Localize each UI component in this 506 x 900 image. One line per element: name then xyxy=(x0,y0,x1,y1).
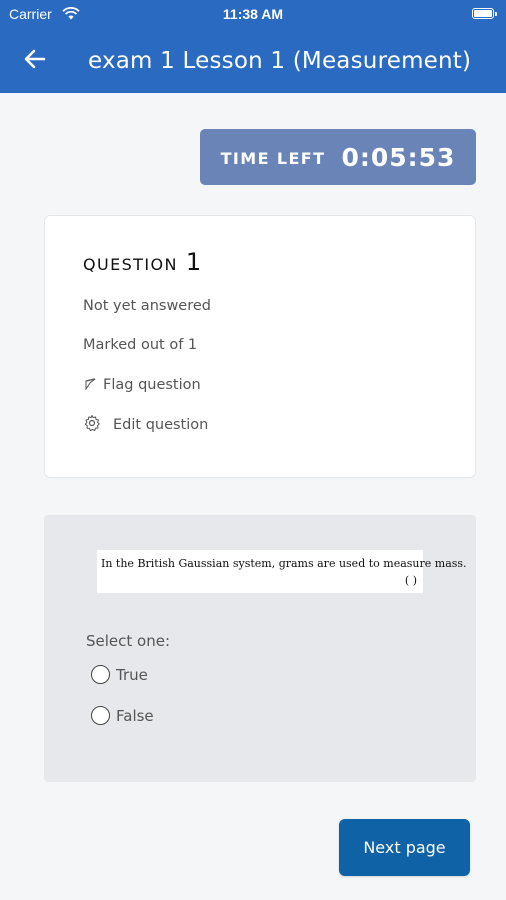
flag-icon xyxy=(83,376,97,394)
question-marks: Marked out of 1 xyxy=(83,337,198,353)
question-number: 1 xyxy=(185,248,202,276)
gear-icon xyxy=(83,414,101,436)
option-false[interactable]: False xyxy=(91,706,154,725)
question-label: QUESTION xyxy=(83,255,178,274)
back-arrow-icon[interactable] xyxy=(22,46,48,72)
flag-question-label: Flag question xyxy=(103,377,201,393)
question-state: Not yet answered xyxy=(83,298,211,314)
edit-question-label: Edit question xyxy=(113,417,209,433)
question-text-image: In the British Gaussian system, grams ar… xyxy=(97,550,467,593)
app-header: Carrier 11:38 AM exam 1 Lesson 1 (Measur… xyxy=(0,0,506,93)
radio-button[interactable] xyxy=(91,665,110,684)
time-left-label: TIME LEFT xyxy=(220,148,326,168)
flag-question-button[interactable]: Flag question xyxy=(83,376,201,394)
edit-question-button[interactable]: Edit question xyxy=(83,414,208,436)
page-title: exam 1 Lesson 1 (Measurement) xyxy=(88,48,472,74)
select-one-label: Select one: xyxy=(86,632,171,650)
option-true[interactable]: True xyxy=(91,665,148,684)
next-page-button[interactable]: Next page xyxy=(339,819,470,876)
time-left-banner: TIME LEFT 0:05:53 xyxy=(200,129,476,185)
answer-panel: In the British Gaussian system, grams ar… xyxy=(44,515,476,782)
question-text: In the British Gaussian system, grams ar… xyxy=(101,557,467,570)
status-time: 11:38 AM xyxy=(222,6,284,22)
battery-icon xyxy=(472,8,497,19)
option-true-label: True xyxy=(116,665,148,684)
status-bar: Carrier 11:38 AM xyxy=(0,4,506,24)
question-heading: QUESTION 1 xyxy=(83,248,201,276)
time-left-value: 0:05:53 xyxy=(341,142,456,172)
radio-button[interactable] xyxy=(91,706,110,725)
question-info-card: QUESTION 1 Not yet answered Marked out o… xyxy=(44,215,476,478)
option-false-label: False xyxy=(116,706,154,725)
question-answer-blank: ( ) xyxy=(404,574,417,587)
